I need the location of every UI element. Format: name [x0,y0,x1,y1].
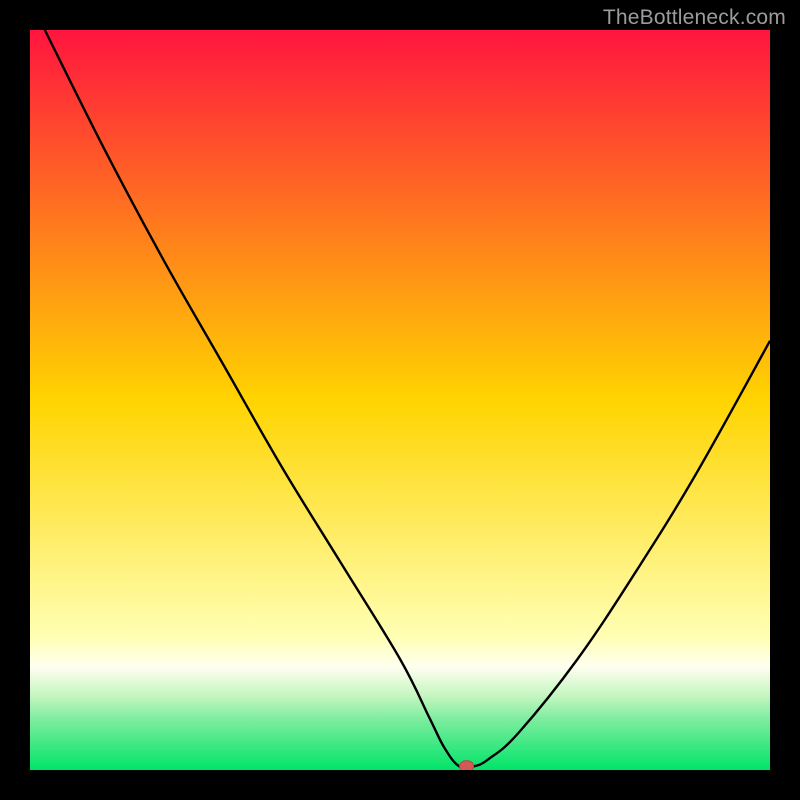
chart-frame: TheBottleneck.com [0,0,800,800]
plot-area [30,30,770,770]
plot-svg [30,30,770,770]
marker-pill [460,761,474,770]
watermark-label: TheBottleneck.com [603,6,786,30]
